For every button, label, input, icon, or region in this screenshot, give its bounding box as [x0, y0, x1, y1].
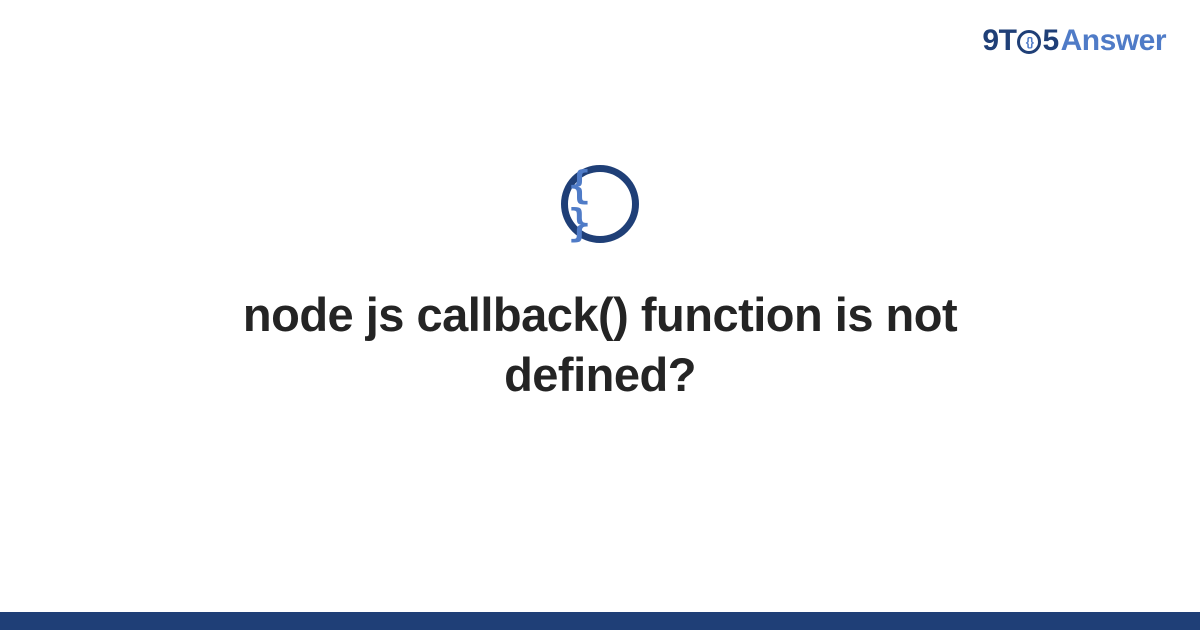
content-area: { } node js callback() function is not d… — [0, 0, 1200, 630]
footer-accent-bar — [0, 612, 1200, 630]
question-title: node js callback() function is not defin… — [150, 285, 1050, 405]
code-braces-icon: { } — [561, 165, 639, 243]
braces-glyph: { } — [568, 166, 632, 242]
